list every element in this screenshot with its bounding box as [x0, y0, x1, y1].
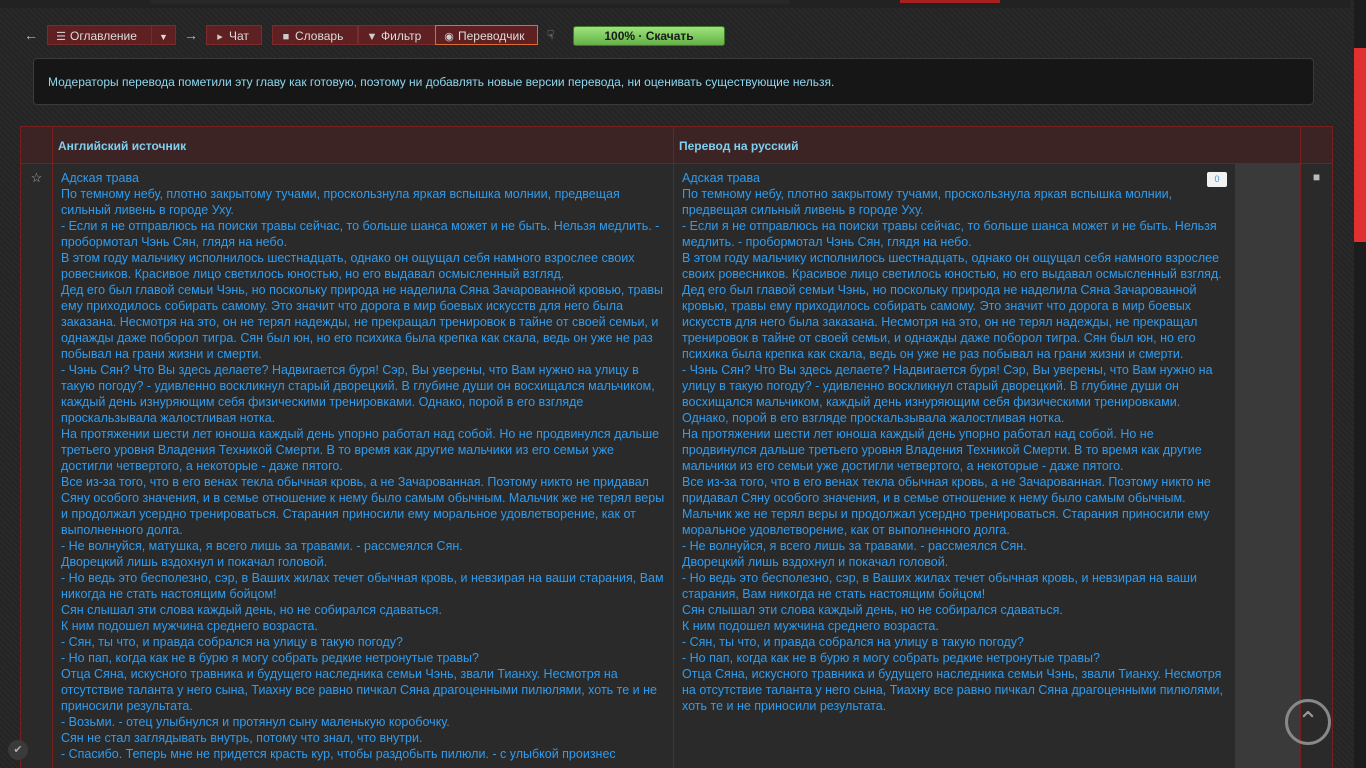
source-paragraph: Сян не стал заглядывать внутрь, потому ч… [61, 731, 423, 745]
translation-paragraph: - Чэнь Сян? Что Вы здесь делаете? Надвиг… [682, 363, 1213, 425]
comment-icon[interactable]: ■ [1313, 170, 1320, 184]
scroll-top-button[interactable]: ⌃ [1285, 699, 1331, 745]
translation-paragraph: - Сян, ты что, и правда собрался на улиц… [682, 635, 1024, 649]
dictionary-label: Словарь [295, 29, 344, 43]
source-paragraph: К ним подошел мужчина среднего возраста. [61, 619, 318, 633]
translation-paragraph: - Если я не отправлюсь на поиски травы с… [682, 219, 1217, 249]
header-comment-col [1300, 126, 1333, 164]
contents-button[interactable]: ☰ Оглавление [47, 25, 152, 45]
translation-paragraph: - Не волнуйся, я всего лишь за травами. … [682, 539, 1027, 553]
source-paragraph: - Но пап, когда как не в бурю я могу соб… [61, 651, 479, 665]
chat-button[interactable]: ▸ Чат [206, 25, 262, 45]
megaphone-icon: ▸ [217, 31, 223, 43]
translator-button[interactable]: ◉ Переводчик [435, 25, 538, 45]
source-paragraph: Дед его был главой семьи Чэнь, но поскол… [61, 283, 664, 361]
chat-label: Чат [229, 29, 249, 43]
source-paragraph: Сян слышал эти слова каждый день, но не … [61, 603, 442, 617]
eye-icon: ◉ [444, 31, 454, 43]
header-source: Английский источник [52, 126, 674, 164]
download-label: 100% · Скачать [604, 29, 694, 43]
source-paragraph: На протяжении шести лет юноша каждый ден… [61, 427, 660, 473]
source-paragraph: - Возьми. - отец улыбнулся и протянул сы… [61, 715, 450, 729]
translation-paragraph: - Но пап, когда как не в бурю я могу соб… [682, 651, 1100, 665]
table-header: Английский источник Перевод на русский [20, 126, 1333, 164]
moderation-notice: Модераторы перевода пометили эту главу к… [33, 58, 1314, 105]
dictionary-button[interactable]: ■ Словарь [272, 25, 358, 45]
book-icon: ■ [282, 31, 290, 43]
translation-paragraph: К ним подошел мужчина среднего возраста. [682, 619, 939, 633]
translator-label: Переводчик [458, 29, 525, 43]
source-text: Адская трава По темному небу, плотно закр… [53, 164, 674, 768]
download-button[interactable]: 100% · Скачать [573, 26, 725, 46]
scrollbar-thumb[interactable] [1354, 48, 1366, 242]
arrow-left-icon[interactable]: ← [24, 25, 38, 45]
source-paragraph: Отца Сяна, искусного травника и будущего… [61, 667, 657, 713]
filter-label: Фильтр [381, 29, 422, 43]
source-paragraph: Адская трава [61, 171, 139, 185]
translation-paragraph: Все из-за того, что в его венах текла об… [682, 475, 1211, 537]
translation-paragraph: По темному небу, плотно закрытому тучами… [682, 187, 1173, 217]
translation-paragraph: Дворецкий лишь вздохнул и покачал голово… [682, 555, 949, 569]
translation-paragraph: - Но ведь это бесполезно, сэр, в Ваших ж… [682, 571, 1197, 601]
source-paragraph: По темному небу, плотно закрытому тучами… [61, 187, 620, 217]
rating-badge[interactable]: 0 [1207, 172, 1227, 187]
translation-paragraph: Сян слышал эти слова каждый день, но не … [682, 603, 1063, 617]
source-paragraph: - Чэнь Сян? Что Вы здесь делаете? Надвиг… [61, 363, 655, 425]
header-star-col [20, 126, 53, 164]
translation-paragraph: Отца Сяна, искусного травника и будущего… [682, 667, 1224, 713]
list-icon: ☰ [56, 31, 66, 43]
source-paragraph: - Спасибо. Теперь мне не придется красть… [61, 747, 616, 761]
contents-label: Оглавление [70, 29, 137, 43]
star-cell: ☆ [20, 164, 53, 768]
source-paragraph: Дворецкий лишь вздохнул и покачал голово… [61, 555, 328, 569]
top-strip [0, 0, 1350, 8]
table-row: ☆ Адская трава По темному небу, плотно за… [20, 164, 1333, 768]
translation-paragraph: Адская трава [682, 171, 760, 185]
arrow-up-icon: ⌃ [1297, 706, 1319, 736]
source-paragraph: - Не волнуйся, матушка, я всего лишь за … [61, 539, 463, 553]
caret-down-icon: ▼ [159, 32, 168, 42]
translation-paragraph: На протяжении шести лет юноша каждый ден… [682, 427, 1202, 473]
rating-column [1235, 164, 1301, 768]
header-translation: Перевод на русский [673, 126, 1301, 164]
comment-cell: ■ [1301, 164, 1333, 768]
translation-table: Английский источник Перевод на русский ☆… [20, 126, 1333, 768]
source-paragraph: Все из-за того, что в его венах текла об… [61, 475, 665, 537]
source-paragraph: В этом году мальчику исполнилось шестнад… [61, 251, 635, 281]
translation-paragraph: Дед его был главой семьи Чэнь, но поскол… [682, 283, 1198, 361]
contents-dropdown-button[interactable]: ▼ [151, 25, 176, 45]
source-paragraph: - Если я не отправлюсь на поиски травы с… [61, 219, 660, 249]
arrow-right-icon[interactable]: → [184, 25, 198, 45]
scrollbar[interactable] [1354, 0, 1366, 768]
translation-text[interactable]: Адская трава По темному небу, плотно закр… [674, 164, 1235, 768]
toolbar: ← ☰ Оглавление ▼ → ▸ Чат ■ Словарь ▼ Фильтр … [24, 25, 744, 47]
star-icon[interactable]: ☆ [31, 170, 43, 185]
source-paragraph: - Но ведь это бесполезно, сэр, в Ваших ж… [61, 571, 664, 601]
source-paragraph: - Сян, ты что, и правда собрался на улиц… [61, 635, 403, 649]
thumb-down-icon[interactable]: ☟ [547, 25, 554, 45]
shield-icon[interactable]: ✔ [8, 740, 28, 760]
filter-button[interactable]: ▼ Фильтр [358, 25, 436, 45]
translation-paragraph: В этом году мальчику исполнилось шестнад… [682, 251, 1222, 281]
funnel-icon: ▼ [366, 31, 378, 43]
